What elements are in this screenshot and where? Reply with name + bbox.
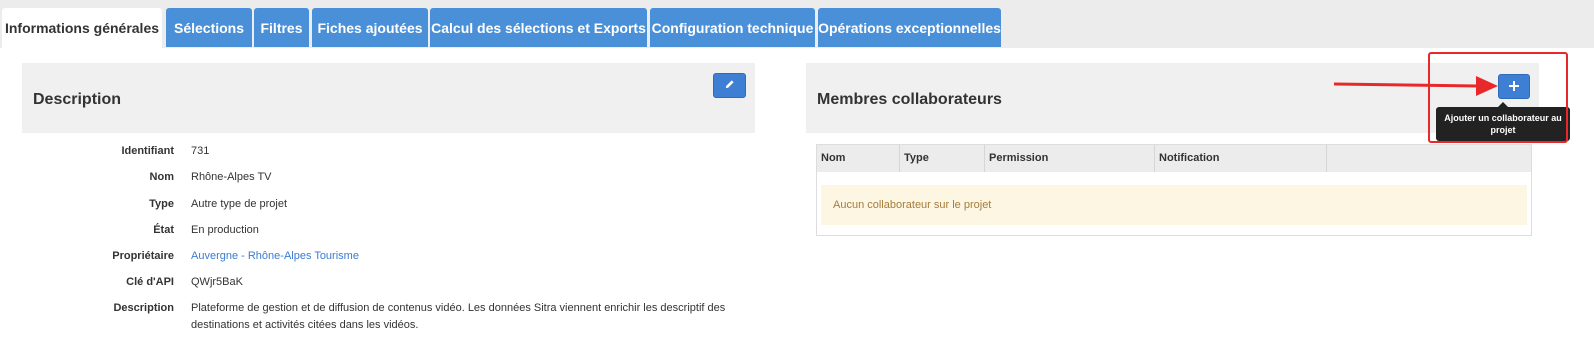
- column-header-nom[interactable]: Nom: [817, 145, 900, 172]
- field-value: destinations et activités citées dans le…: [191, 319, 419, 331]
- field-label: Identifiant: [121, 145, 174, 157]
- tab-selections[interactable]: Sélections: [166, 8, 252, 47]
- annotation-highlight-box: [1428, 52, 1568, 143]
- column-header-notification[interactable]: Notification: [1155, 145, 1327, 172]
- empty-state-message: Aucun collaborateur sur le projet: [821, 185, 1527, 225]
- field-label: Description: [113, 302, 174, 314]
- column-header-permission[interactable]: Permission: [985, 145, 1155, 172]
- description-panel-header: Description: [22, 63, 755, 133]
- pencil-icon: [724, 79, 735, 93]
- tab-informations-generales[interactable]: Informations générales: [2, 8, 162, 49]
- collaborators-table: Nom Type Permission Notification Aucun c…: [816, 144, 1532, 236]
- tab-operations-exceptionnelles[interactable]: Opérations exceptionnelles: [818, 8, 1001, 47]
- field-value: Rhône-Alpes TV: [191, 171, 272, 183]
- field-label: Type: [149, 198, 174, 210]
- field-label: Clé d'API: [126, 276, 174, 288]
- field-label: Nom: [149, 171, 174, 183]
- field-value: Autre type de projet: [191, 198, 288, 210]
- field-value: Plateforme de gestion et de diffusion de…: [191, 302, 726, 314]
- description-title: Description: [33, 91, 122, 108]
- field-value: QWjr5BaK: [191, 276, 243, 288]
- field-label: Propriétaire: [112, 250, 174, 262]
- field-label: État: [153, 224, 174, 236]
- members-title: Membres collaborateurs: [817, 91, 1002, 108]
- tab-fiches-ajoutees[interactable]: Fiches ajoutées: [312, 8, 428, 47]
- table-header: Nom Type Permission Notification: [817, 145, 1531, 172]
- field-value: En production: [191, 224, 259, 236]
- field-value: 731: [191, 145, 210, 157]
- tab-calcul-selections-exports[interactable]: Calcul des sélections et Exports: [430, 8, 647, 47]
- edit-description-button[interactable]: [713, 73, 746, 98]
- column-header-type[interactable]: Type: [900, 145, 985, 172]
- tab-filtres[interactable]: Filtres: [254, 8, 309, 47]
- owner-link[interactable]: Auvergne - Rhône-Alpes Tourisme: [191, 250, 359, 262]
- tab-configuration-technique[interactable]: Configuration technique: [650, 8, 815, 47]
